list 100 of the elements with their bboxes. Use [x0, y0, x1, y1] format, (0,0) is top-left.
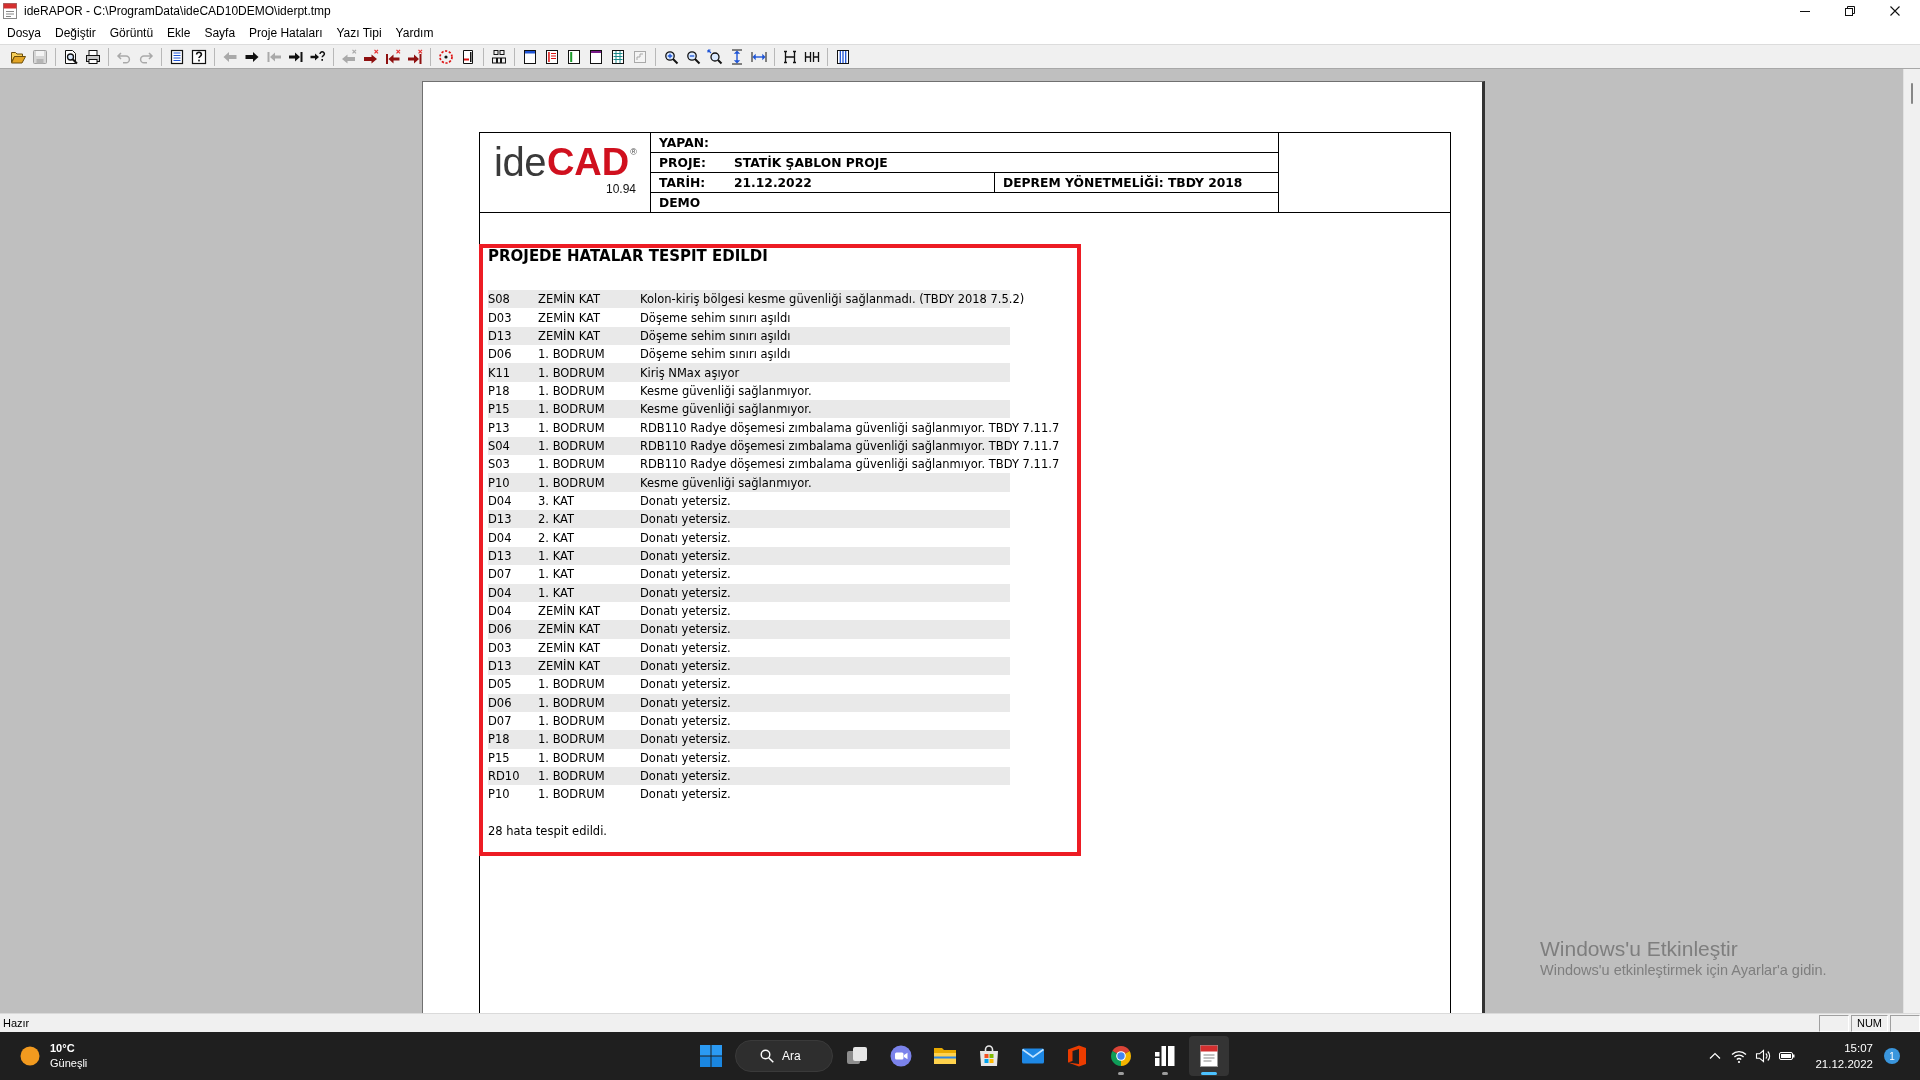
version-label: 10.94: [605, 182, 636, 196]
status-text: Hazır: [2, 1017, 30, 1029]
element-id: D13: [488, 549, 513, 563]
search-icon: [760, 1049, 774, 1063]
page-list-icon[interactable]: [544, 48, 560, 65]
restore-icon[interactable]: [1844, 6, 1855, 16]
element-id: D03: [488, 310, 513, 325]
page-magnifier-icon[interactable]: [63, 48, 79, 65]
floor-name: 1. BODRUM: [538, 695, 606, 710]
error-message: Donatı yetersiz.: [640, 677, 731, 692]
element-id: D13: [488, 659, 513, 674]
page-grid-icon[interactable]: [610, 48, 626, 65]
activation-text: Windows'u etkinleştirmek için Ayarlar'a gidin.: [1540, 961, 1827, 979]
error-message: Kolon-kiriş bölgesi kesme güvenliği sağlanmadı. (TBDY 2018 7.5.2): [640, 292, 1025, 307]
error-message: Döşeme sehim sınırı aşıldı: [640, 310, 791, 325]
floor-name: ZEMİN KAT: [538, 310, 602, 325]
error-message: Donatı yetersiz.: [640, 732, 731, 747]
error-message: Donatı yetersiz.: [640, 567, 731, 582]
blocks-icon[interactable]: [491, 48, 507, 65]
shopping-bag-icon: [977, 1044, 1001, 1068]
dotted-circle-icon[interactable]: [438, 48, 454, 65]
element-id: D04: [488, 585, 513, 600]
document-app-icon: [1197, 1044, 1221, 1068]
temperature-label: 10°C: [50, 1041, 76, 1056]
menu-item[interactable]: Sayfa: [197, 26, 243, 40]
magnifier-minus-icon[interactable]: [685, 48, 701, 65]
element-id: D04: [488, 604, 513, 618]
floor-name: 1. BODRUM: [538, 787, 606, 802]
search-button[interactable]: Ara: [735, 1040, 833, 1072]
error-message: Donatı yetersiz.: [640, 695, 731, 710]
menu-item[interactable]: Yardım: [388, 26, 441, 40]
question-mark-box-icon[interactable]: [191, 48, 207, 65]
element-id: P15: [488, 402, 511, 417]
page-bar-icon[interactable]: [460, 48, 476, 65]
floor-name: 1. KAT: [538, 567, 575, 582]
menu-item[interactable]: Ekle: [160, 26, 198, 40]
error-message: Donatı yetersiz.: [640, 769, 731, 784]
wifi-icon[interactable]: [1731, 1048, 1748, 1064]
element-id: P10: [488, 787, 511, 802]
element-id: D07: [488, 714, 513, 729]
error-message: Kesme güvenliği sağlanmıyor.: [640, 402, 812, 417]
vertical-scrollbar[interactable]: [1903, 69, 1920, 1013]
element-id: P10: [488, 475, 511, 490]
report-title: PROJEDE HATALAR TESPIT EDILDI: [488, 248, 769, 264]
element-id: P18: [488, 383, 511, 398]
floor-name: 1. BODRUM: [538, 677, 606, 692]
magnifier-plus-icon[interactable]: [663, 48, 679, 65]
speaker-icon[interactable]: [1755, 1048, 1772, 1064]
floor-name: 1. KAT: [538, 549, 575, 563]
page-header-icon[interactable]: [522, 48, 538, 65]
error-message: Donatı yetersiz.: [640, 512, 731, 527]
right-arrow-cross-icon[interactable]: [363, 48, 379, 65]
scrollbar-thumb[interactable]: [1911, 83, 1913, 104]
menu-item[interactable]: Yazı Tipi: [329, 26, 389, 40]
menu-item[interactable]: Değiştir: [48, 26, 103, 40]
windows-logo-icon: [699, 1044, 723, 1068]
floor-name: 1. BODRUM: [538, 420, 606, 435]
bar-left-arrow-cross-icon[interactable]: [385, 48, 401, 65]
menu-item[interactable]: Proje Hataları: [242, 26, 330, 40]
floor-name: 1. BODRUM: [538, 347, 606, 362]
printer-icon[interactable]: [85, 48, 101, 65]
page-top-bar-icon[interactable]: [588, 48, 604, 65]
menu-item[interactable]: Dosya: [0, 26, 48, 40]
element-id: D03: [488, 640, 513, 655]
error-message: Kiriş NMax aşıyor: [640, 365, 740, 380]
element-id: S08: [488, 292, 511, 307]
vertical-arrows-icon[interactable]: [729, 48, 745, 65]
floor-name: ZEMİN KAT: [538, 659, 602, 674]
lined-page-icon[interactable]: [169, 48, 185, 65]
field-value: STATİK ŞABLON PROJE: [734, 155, 889, 170]
floor-name: 1. BODRUM: [538, 714, 606, 729]
element-id: D04: [488, 530, 513, 545]
error-message: Donatı yetersiz.: [640, 530, 731, 545]
close-icon[interactable]: [1889, 6, 1900, 16]
page-side-bar-icon[interactable]: [566, 48, 582, 65]
floor-name: 1. KAT: [538, 585, 575, 600]
error-message: RDB110 Radye döşemesi zımbalama güvenliği sağlanmıyor. TBDY 7.11.7: [640, 420, 1060, 435]
floor-name: 1. BODRUM: [538, 438, 606, 453]
sun-icon[interactable]: [20, 1046, 40, 1066]
menu-item[interactable]: Görüntü: [102, 26, 161, 40]
field-label: YAPAN:: [659, 135, 710, 150]
error-message: Donatı yetersiz.: [640, 493, 731, 508]
field-note: DEPREM YÖNETMELİĞİ: TBDY 2018: [994, 173, 1243, 192]
element-id: P13: [488, 420, 511, 435]
element-id: D06: [488, 622, 513, 637]
floor-name: 1. BODRUM: [538, 365, 606, 380]
columns-icon[interactable]: [835, 48, 851, 65]
taskbar-button[interactable]: [1189, 1036, 1229, 1076]
error-message: Donatı yetersiz.: [640, 750, 731, 765]
error-message: Döşeme sehim sınırı aşıldı: [640, 347, 791, 362]
h-shape-icon[interactable]: [782, 48, 798, 65]
error-message: Kesme güvenliği sağlanmıyor.: [640, 475, 812, 490]
error-summary: 28 hata tespit edildi.: [488, 822, 608, 840]
logo-wordmark: ideCAD®: [494, 145, 637, 179]
status-panel: NUM: [1850, 1014, 1888, 1032]
right-arrow-bar-cross-icon[interactable]: [407, 48, 423, 65]
error-message: RDB110 Radye döşemesi zımbalama güvenliği sağlanmıyor. TBDY 7.11.7: [640, 438, 1060, 453]
floor-name: 1. BODRUM: [538, 769, 606, 784]
element-id: D05: [488, 677, 513, 692]
field-label: TARİH:: [659, 175, 707, 190]
